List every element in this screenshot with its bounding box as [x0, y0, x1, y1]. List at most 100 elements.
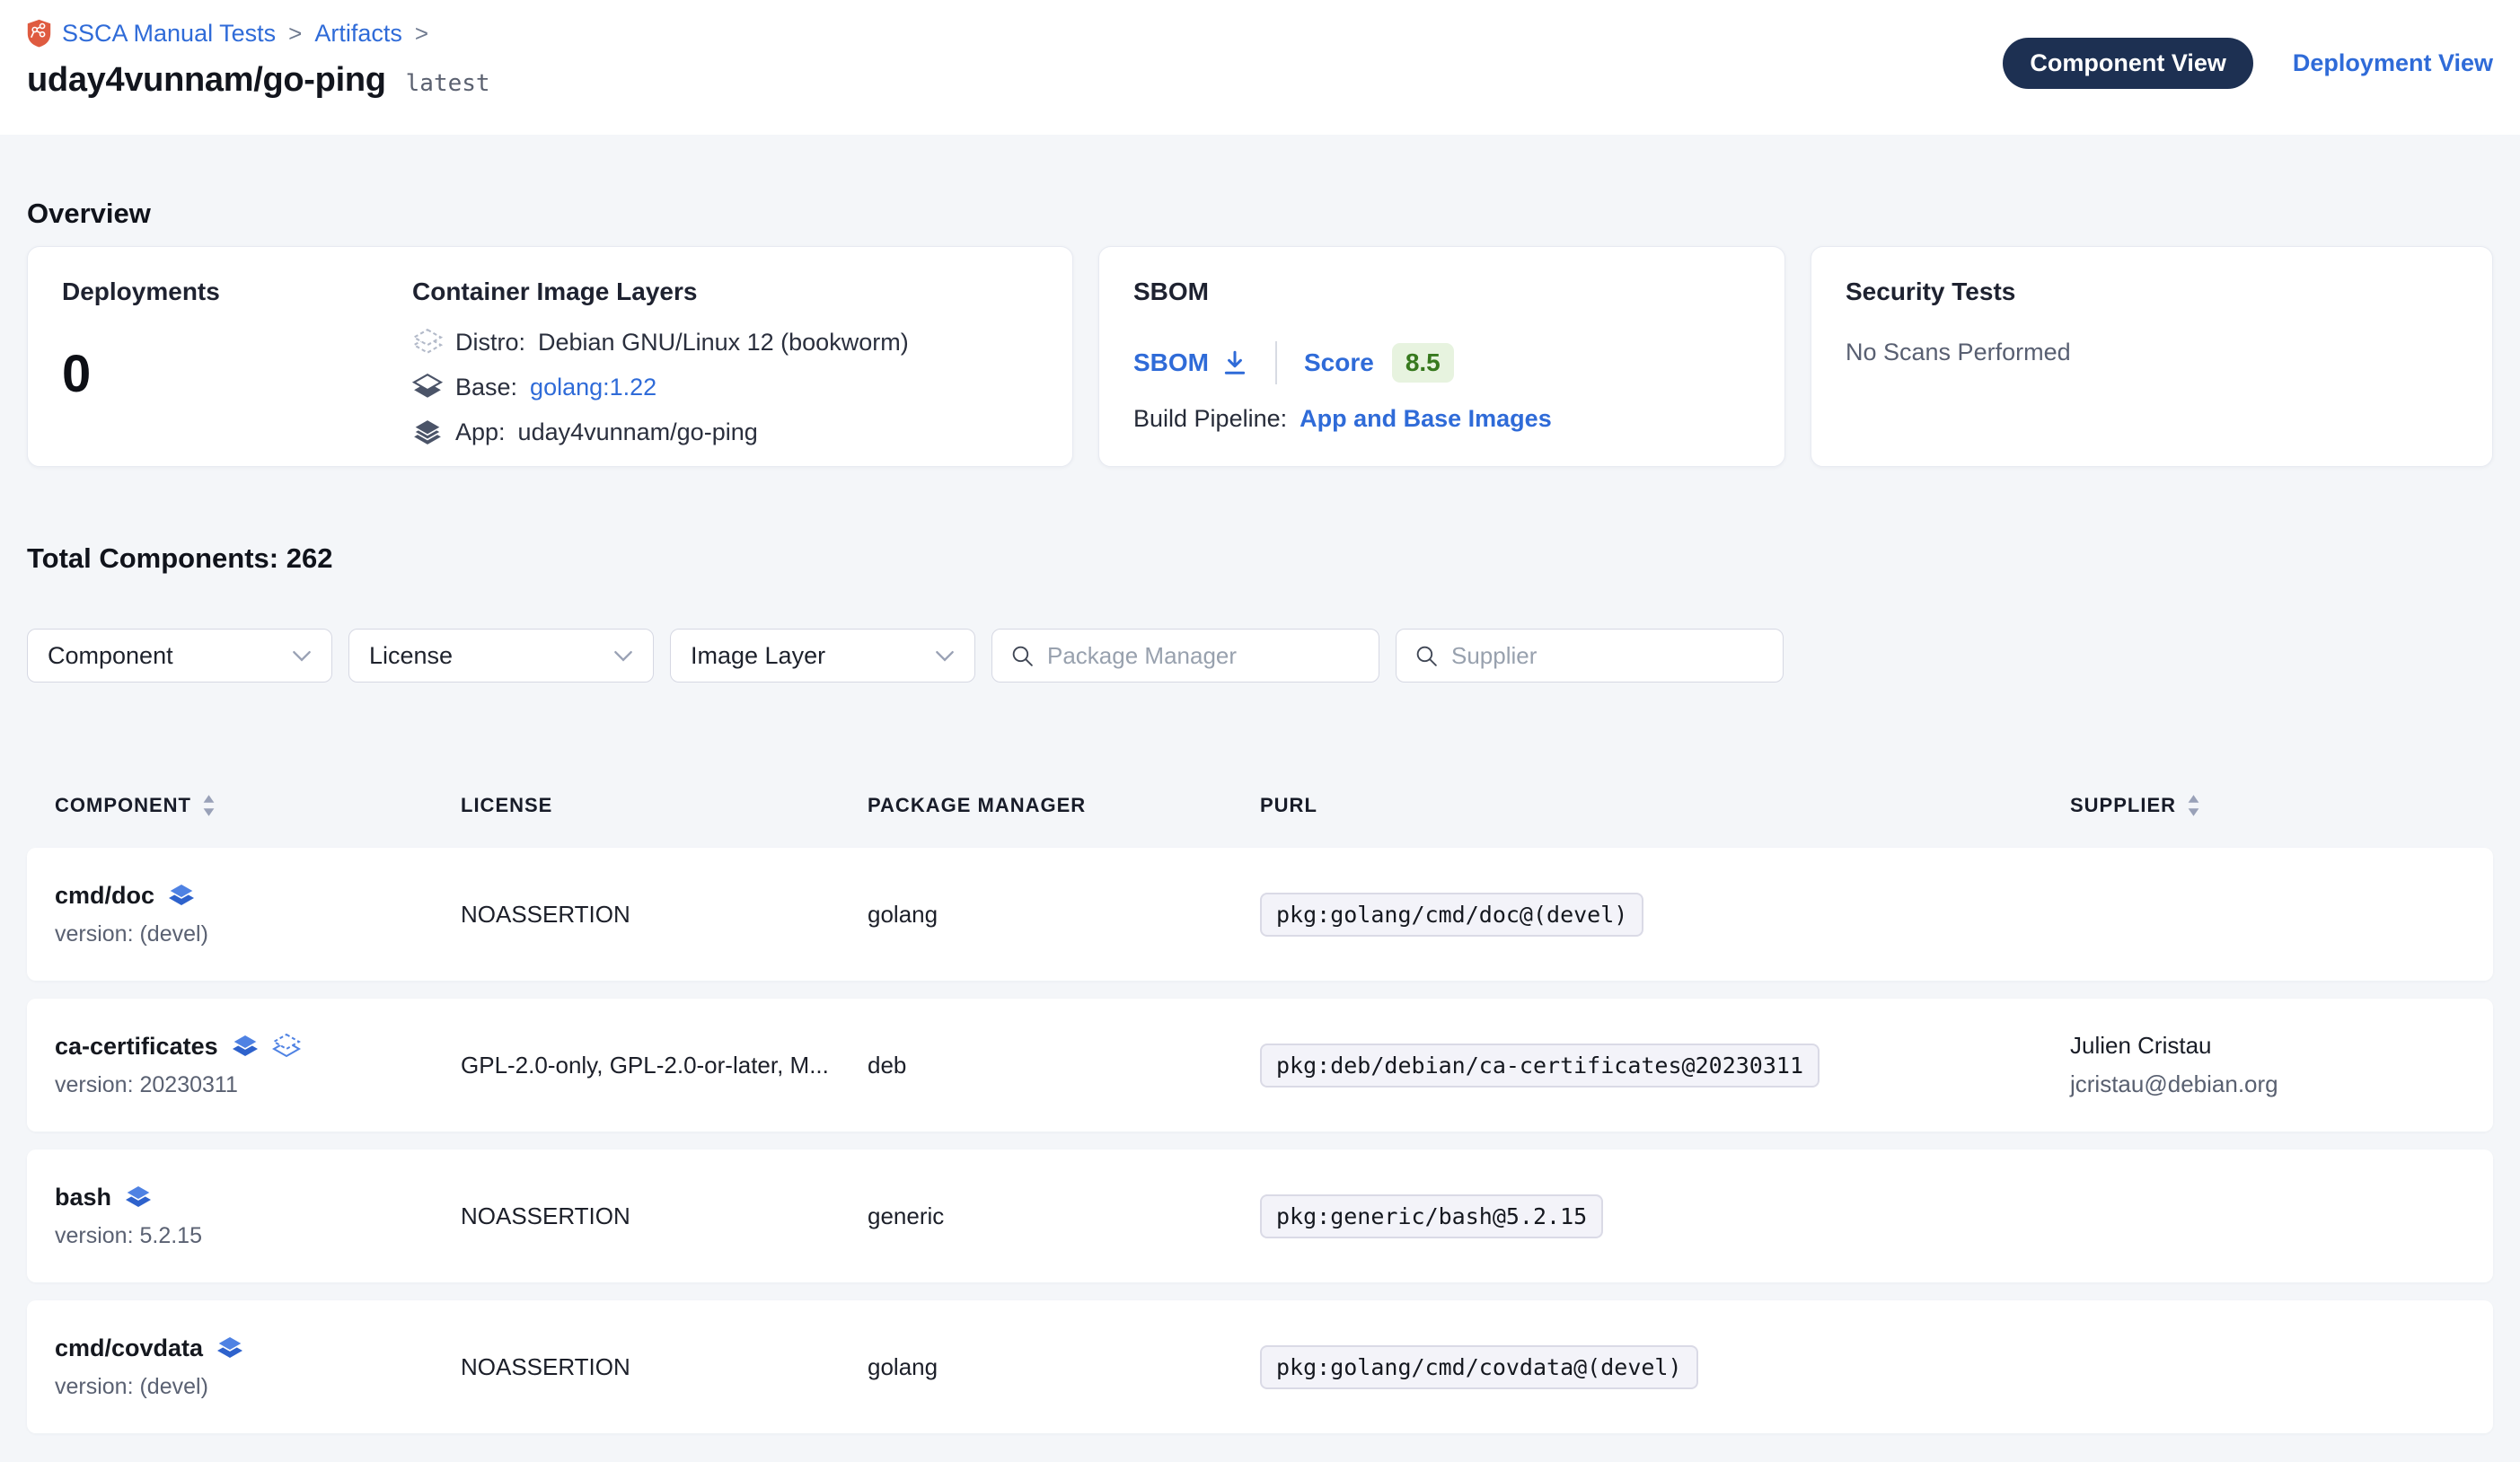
app-layer-row: App: uday4vunnam/go-ping: [412, 418, 1038, 446]
header-left: SSCA Manual Tests > Artifacts > uday4vun…: [27, 18, 490, 100]
sbom-heading: SBOM: [1133, 277, 1750, 306]
search-icon: [1414, 644, 1439, 668]
component-view-button[interactable]: Component View: [2003, 38, 2253, 89]
supplier-email: jcristau@debian.org: [2070, 1070, 2465, 1098]
purl-chip: pkg:golang/cmd/covdata@(devel): [1260, 1345, 1698, 1389]
package-manager-search[interactable]: [991, 629, 1379, 683]
column-header-component-label: COMPONENT: [55, 794, 191, 817]
breadcrumb-link-artifacts[interactable]: Artifacts: [314, 20, 402, 48]
purl-cell: pkg:deb/debian/ca-certificates@20230311: [1260, 1044, 2070, 1088]
search-icon: [1010, 644, 1035, 668]
components-table-header: COMPONENT LICENSE PACKAGE MANAGER PURL S…: [27, 794, 2493, 817]
supplier-cell: [2070, 1211, 2465, 1221]
table-row: bash version: 5.2.15 NOASSERTION generic…: [27, 1149, 2493, 1282]
build-pipeline-link[interactable]: App and Base Images: [1300, 405, 1552, 433]
app-label: App:: [455, 418, 506, 446]
layer-distro-icon: [412, 328, 443, 357]
purl-cell: pkg:golang/cmd/doc@(devel): [1260, 893, 2070, 937]
license-filter-select[interactable]: License: [348, 629, 654, 683]
license-cell: NOASSERTION: [461, 1202, 868, 1230]
distro-value: Debian GNU/Linux 12 (bookworm): [538, 329, 909, 357]
component-version: version: 5.2.15: [55, 1223, 461, 1249]
filters-row: Component License Image Layer: [27, 629, 2493, 683]
license-cell: NOASSERTION: [461, 901, 868, 929]
column-header-purl-label: PURL: [1260, 794, 1317, 817]
column-header-license: LICENSE: [461, 794, 868, 817]
component-cell: bash version: 5.2.15: [55, 1184, 461, 1249]
table-row: cmd/covdata version: (devel) NOASSERTION…: [27, 1300, 2493, 1433]
distro-label: Distro:: [455, 329, 525, 357]
breadcrumb: SSCA Manual Tests > Artifacts >: [27, 18, 490, 48]
supplier-search-input[interactable]: [1451, 642, 1765, 670]
security-tests-heading: Security Tests: [1846, 277, 2458, 306]
component-cell: ca-certificates version: 20230311: [55, 1033, 461, 1098]
deployments-label: Deployments: [62, 277, 412, 306]
base-layer-row: Base: golang:1.22: [412, 373, 1038, 401]
purl-chip: pkg:golang/cmd/doc@(devel): [1260, 893, 1643, 937]
layer-base-icon: [412, 373, 443, 401]
license-cell: GPL-2.0-only, GPL-2.0-or-later, M...: [461, 1052, 868, 1079]
total-components-heading: Total Components: 262: [27, 542, 2493, 575]
image-layer-filter-select[interactable]: Image Layer: [670, 629, 975, 683]
view-toggle: Component View Deployment View: [2003, 38, 2493, 89]
deployment-view-link[interactable]: Deployment View: [2293, 49, 2493, 77]
table-row: cmd/doc version: (devel) NOASSERTION gol…: [27, 848, 2493, 981]
component-filter-label: Component: [48, 642, 173, 670]
deployments-layers-card: Deployments 0 Container Image Layers Dis…: [27, 246, 1073, 467]
supplier-cell: Julien Cristau jcristau@debian.org: [2070, 1032, 2465, 1098]
license-filter-label: License: [369, 642, 453, 670]
image-layer-filter-label: Image Layer: [691, 642, 825, 670]
scs-shield-icon: [27, 19, 51, 48]
app-layer-icon: [216, 1334, 244, 1361]
base-layer-icon: [272, 1033, 301, 1060]
component-version: version: (devel): [55, 921, 461, 947]
component-name: cmd/doc: [55, 882, 154, 910]
artifact-tag: latest: [406, 70, 490, 97]
app-layer-icon: [231, 1033, 260, 1060]
download-icon[interactable]: [1221, 349, 1248, 376]
base-label: Base:: [455, 374, 517, 401]
component-name: bash: [55, 1184, 111, 1211]
purl-cell: pkg:generic/bash@5.2.15: [1260, 1194, 2070, 1238]
package-manager-cell: golang: [868, 1353, 1260, 1381]
sbom-score-label: Score: [1304, 348, 1374, 377]
breadcrumb-separator: >: [413, 20, 430, 48]
component-cell: cmd/covdata version: (devel): [55, 1334, 461, 1400]
sort-icon[interactable]: [202, 794, 216, 817]
component-name: ca-certificates: [55, 1033, 218, 1061]
chevron-down-icon: [292, 650, 312, 662]
breadcrumb-separator: >: [286, 20, 304, 48]
title-row: uday4vunnam/go-ping latest: [27, 61, 490, 100]
security-tests-status: No Scans Performed: [1846, 339, 2458, 366]
chevron-down-icon: [935, 650, 955, 662]
column-header-supplier-label: SUPPLIER: [2070, 794, 2176, 817]
sort-icon[interactable]: [2187, 794, 2200, 817]
app-value: uday4vunnam/go-ping: [518, 418, 758, 446]
component-filter-select[interactable]: Component: [27, 629, 332, 683]
column-header-component: COMPONENT: [55, 794, 461, 817]
sbom-download-link[interactable]: SBOM: [1133, 348, 1248, 377]
container-image-layers-section: Container Image Layers Distro: Debian GN…: [412, 277, 1038, 436]
column-header-package-manager-label: PACKAGE MANAGER: [868, 794, 1086, 817]
purl-cell: pkg:golang/cmd/covdata@(devel): [1260, 1345, 2070, 1389]
supplier-search[interactable]: [1396, 629, 1784, 683]
column-header-package-manager: PACKAGE MANAGER: [868, 794, 1260, 817]
deployments-count: 0: [62, 344, 412, 404]
package-manager-cell: deb: [868, 1052, 1260, 1079]
container-image-layers-heading: Container Image Layers: [412, 277, 1038, 306]
column-header-purl: PURL: [1260, 794, 2070, 817]
sbom-download-label[interactable]: SBOM: [1133, 348, 1209, 377]
breadcrumb-link-project[interactable]: SSCA Manual Tests: [62, 20, 276, 48]
build-pipeline-label: Build Pipeline:: [1133, 405, 1287, 433]
component-name: cmd/covdata: [55, 1334, 203, 1362]
app-layer-icon: [124, 1184, 153, 1211]
purl-chip: pkg:deb/debian/ca-certificates@20230311: [1260, 1044, 1820, 1088]
app-layer-icon: [167, 882, 196, 909]
distro-layer-row: Distro: Debian GNU/Linux 12 (bookworm): [412, 328, 1038, 357]
package-manager-search-input[interactable]: [1047, 642, 1361, 670]
table-row: ca-certificates version: 20230311 GPL-2.…: [27, 999, 2493, 1132]
column-header-supplier: SUPPLIER: [2070, 794, 2465, 817]
overview-heading: Overview: [27, 198, 2493, 230]
deployments-section: Deployments 0: [62, 277, 412, 436]
base-image-link[interactable]: golang:1.22: [530, 374, 656, 401]
